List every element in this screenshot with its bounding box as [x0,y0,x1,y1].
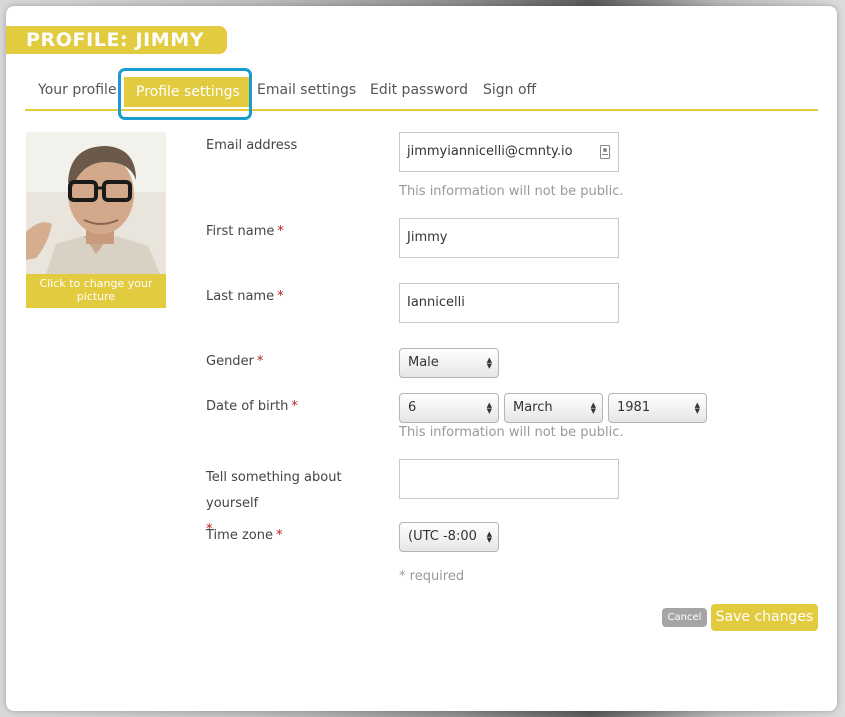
first-name-label: First name * [206,224,284,239]
timezone-label: Time zone * [206,528,283,543]
dob-day-select[interactable]: 6 ▲ ▼ [399,393,499,423]
profile-photo [26,132,166,274]
tab-profile-settings[interactable]: Profile settings [124,77,252,107]
avatar[interactable]: Click to change your picture [26,132,166,308]
select-arrows-icon: ▲ ▼ [694,401,700,415]
dob-privacy-hint: This information will not be public. [399,425,624,440]
cancel-button[interactable]: Cancel [662,608,707,627]
contact-card-icon[interactable] [600,145,610,159]
dob-label: Date of birth * [206,399,298,414]
select-arrows-icon: ▲ ▼ [486,356,492,370]
last-name-label: Last name * [206,289,284,304]
timezone-select[interactable]: (UTC -8:00 ▲ ▼ [399,522,499,552]
dob-year-select[interactable]: 1981 ▲ ▼ [608,393,707,423]
tab-your-profile[interactable]: Your profile [38,78,117,102]
tab-email-settings[interactable]: Email settings [257,78,356,102]
required-note: * required [399,569,465,584]
change-picture-caption[interactable]: Click to change your picture [26,274,166,308]
email-label: Email address [206,138,298,153]
email-field[interactable]: jimmyiannicelli@cmnty.io [399,132,619,172]
select-arrows-icon: ▲ ▼ [486,530,492,544]
select-arrows-icon: ▲ ▼ [486,401,492,415]
tab-edit-password[interactable]: Edit password [370,78,468,102]
gender-select[interactable]: Male ▲ ▼ [399,348,499,378]
first-name-field[interactable]: Jimmy [399,218,619,258]
email-privacy-hint: This information will not be public. [399,184,624,199]
gender-label: Gender * [206,354,264,369]
last-name-field[interactable]: Iannicelli [399,283,619,323]
about-field[interactable] [399,459,619,499]
dob-month-select[interactable]: March ▲ ▼ [504,393,603,423]
tab-sign-off[interactable]: Sign off [483,78,536,102]
email-value: jimmyiannicelli@cmnty.io [407,144,573,159]
profile-tabs: Your profile Profile settings Email sett… [25,68,818,111]
page-title: PROFILE: JIMMY [6,26,227,54]
select-arrows-icon: ▲ ▼ [590,401,596,415]
save-button[interactable]: Save changes [711,604,818,631]
profile-dialog: PROFILE: JIMMY Your profile Profile sett… [6,6,837,711]
